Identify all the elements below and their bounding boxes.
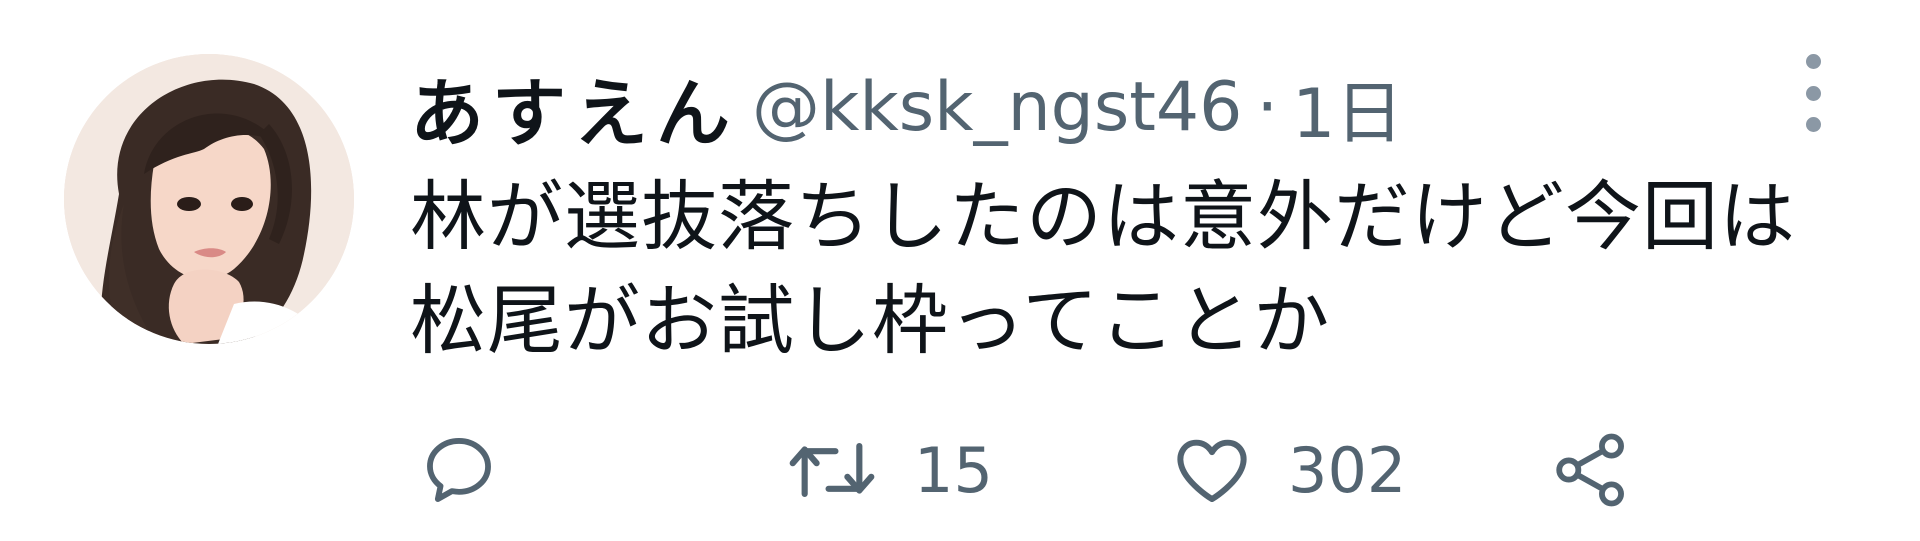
like-button[interactable]: 302 <box>1170 420 1406 520</box>
tweet-card[interactable]: あすえん @kksk_ngst46 · 1日 林が選抜落ちしたのは意外だけど今回… <box>0 0 1920 541</box>
more-dot <box>1805 54 1821 69</box>
reply-icon <box>427 438 491 502</box>
heart-icon <box>1177 439 1247 503</box>
retweet-button[interactable]: 15 <box>784 420 993 520</box>
display-name[interactable]: あすえん <box>410 54 738 161</box>
reply-button[interactable] <box>418 420 500 520</box>
user-handle[interactable]: @kksk_ngst46 <box>752 68 1242 147</box>
like-count: 302 <box>1288 433 1407 507</box>
more-dot <box>1805 117 1821 132</box>
more-options-icon[interactable] <box>1796 54 1830 132</box>
avatar-image <box>64 54 354 344</box>
retweet-icon <box>789 443 875 497</box>
more-dot <box>1805 85 1821 101</box>
tweet-text-line: 松尾がお試し枠ってことか <box>410 276 1331 365</box>
separator-dot: · <box>1256 67 1279 147</box>
share-button[interactable] <box>1550 420 1632 520</box>
tweet-header: あすえん @kksk_ngst46 · 1日 <box>410 62 1403 157</box>
share-icon <box>1556 433 1624 507</box>
tweet-text-line: 林が選抜落ちしたのは意外だけど今回は <box>410 172 1796 261</box>
avatar[interactable] <box>64 54 354 344</box>
timestamp[interactable]: 1日 <box>1292 58 1403 157</box>
tweet-text: 林が選抜落ちしたのは意外だけど今回は 松尾がお試し枠ってことか <box>410 165 1870 373</box>
retweet-count: 15 <box>914 433 993 507</box>
tweet-actions: 15 302 <box>0 420 1920 520</box>
